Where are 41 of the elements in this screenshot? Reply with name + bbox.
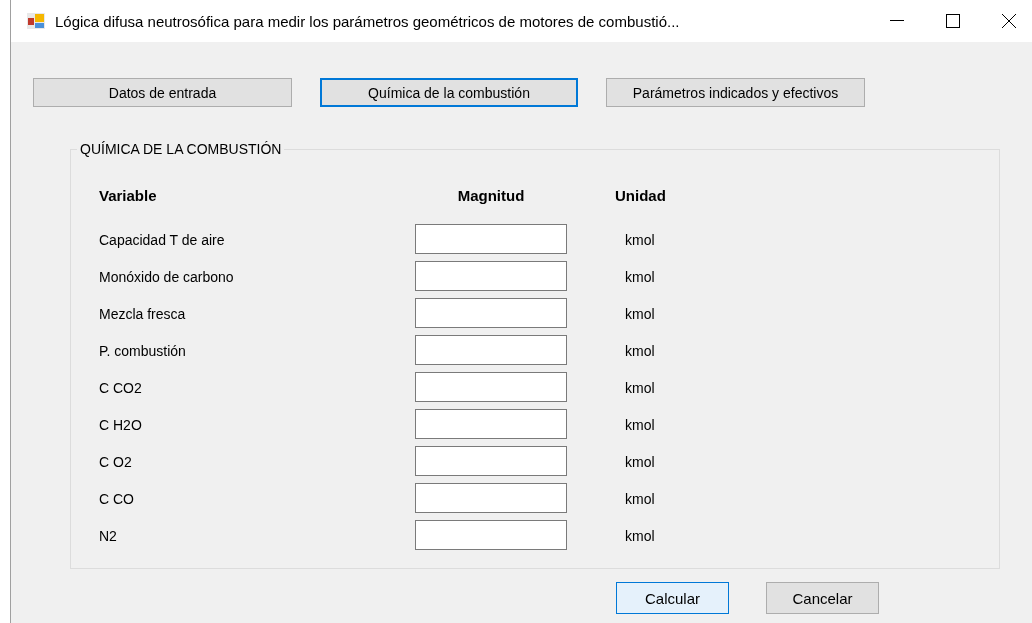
magnitude-field[interactable] <box>415 224 567 254</box>
app-icon <box>27 13 45 29</box>
variable-label: N2 <box>99 526 118 546</box>
magnitude-field[interactable] <box>415 261 567 291</box>
tab-button[interactable]: Datos de entrada <box>33 78 292 107</box>
magnitude-field[interactable] <box>415 483 567 513</box>
calculate-button[interactable]: Calcular <box>616 582 729 614</box>
variable-label: Capacidad T de aire <box>99 230 226 250</box>
minimize-icon <box>890 20 904 22</box>
magnitude-field[interactable] <box>415 298 567 328</box>
tab-button[interactable]: Parámetros indicados y efectivos <box>606 78 865 107</box>
unit-label: kmol <box>624 378 656 398</box>
unit-label: kmol <box>624 304 656 324</box>
close-icon <box>1002 14 1016 28</box>
magnitude-field[interactable] <box>415 446 567 476</box>
unit-label: kmol <box>624 230 656 250</box>
unit-label: kmol <box>624 415 656 435</box>
variable-label: C CO2 <box>99 378 143 398</box>
column-header: Unidad <box>615 187 667 206</box>
group-title: QUÍMICA DE LA COMBUSTIÓN <box>79 141 283 157</box>
unit-label: kmol <box>624 341 656 361</box>
magnitude-field[interactable] <box>415 409 567 439</box>
unit-label: kmol <box>624 489 656 509</box>
magnitude-field[interactable] <box>415 520 567 550</box>
magnitude-field[interactable] <box>415 335 567 365</box>
variable-label: C O2 <box>99 452 133 472</box>
unit-label: kmol <box>624 526 656 546</box>
unit-label: kmol <box>624 452 656 472</box>
cancel-button[interactable]: Cancelar <box>766 582 879 614</box>
window-title: Lógica difusa neutrosófica para medir los parámetros geométricos de motores de combustió... <box>55 12 681 30</box>
variable-label: C CO <box>99 489 135 509</box>
variable-label: Mezcla fresca <box>99 304 187 324</box>
column-header: Magnitud <box>456 187 526 206</box>
magnitude-field[interactable] <box>415 372 567 402</box>
column-header: Variable <box>99 187 158 206</box>
variable-label: P. combustión <box>99 341 187 361</box>
variable-label: C H2O <box>99 415 143 435</box>
tab-button[interactable]: Química de la combustión <box>320 78 578 107</box>
variable-label: Monóxido de carbono <box>99 267 235 287</box>
unit-label: kmol <box>624 267 656 287</box>
maximize-icon <box>946 14 960 28</box>
